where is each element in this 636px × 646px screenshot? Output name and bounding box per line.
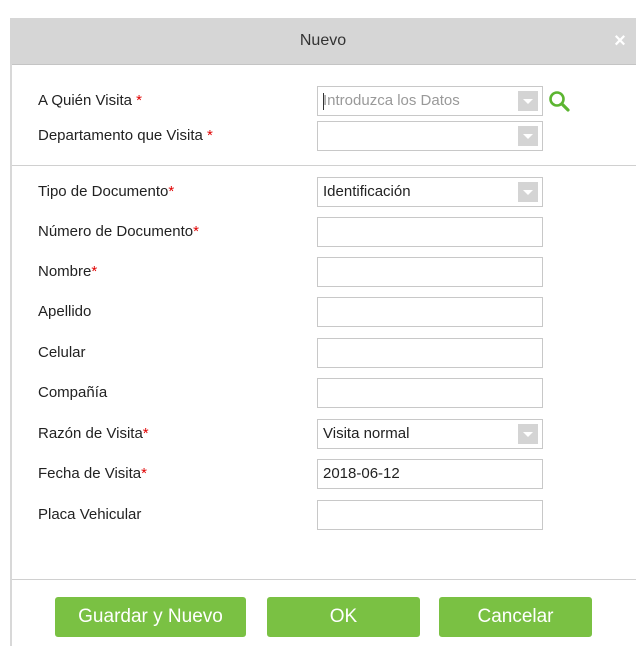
required-mark: * [136, 92, 142, 109]
visit-date-value: 2018-06-12 [323, 465, 400, 482]
required-mark: * [207, 127, 213, 144]
footer-divider [12, 579, 636, 580]
required-mark: * [193, 223, 199, 240]
required-mark: * [142, 425, 149, 442]
department-dropdown-button[interactable] [518, 126, 538, 146]
visit-date-label: Fecha de Visita* [38, 465, 147, 482]
department-label: Departamento que Visita * [38, 127, 213, 144]
last-name-input[interactable] [317, 297, 543, 327]
required-mark: * [91, 263, 98, 280]
section-divider [12, 165, 636, 166]
company-input[interactable] [317, 378, 543, 408]
dialog-left-border [10, 64, 12, 646]
first-name-input[interactable] [317, 257, 543, 287]
search-icon[interactable] [547, 89, 571, 113]
department-select[interactable] [317, 121, 543, 151]
chevron-down-icon [523, 99, 533, 104]
document-number-label: Número de Documento* [38, 223, 199, 240]
new-visitor-dialog: Nuevo × A Quién Visita * Introduzca los … [0, 0, 636, 646]
ok-button[interactable]: OK [267, 597, 420, 637]
cellphone-label: Celular [38, 344, 86, 361]
save-and-new-button[interactable]: Guardar y Nuevo [55, 597, 246, 637]
last-name-label: Apellido [38, 303, 92, 320]
host-dropdown-button[interactable] [518, 91, 538, 111]
document-number-input[interactable] [317, 217, 543, 247]
chevron-down-icon [523, 190, 533, 195]
host-label: A Quién Visita * [38, 92, 142, 109]
visit-reason-select[interactable]: Visita normal [317, 419, 543, 449]
close-icon[interactable]: × [610, 31, 630, 51]
required-mark: * [168, 183, 175, 200]
document-type-label: Tipo de Documento* [38, 183, 175, 200]
document-type-value: Identificación [323, 183, 411, 200]
dialog-title: Nuevo [299, 32, 347, 49]
dialog-titlebar: Nuevo × [10, 18, 636, 65]
visit-date-input[interactable]: 2018-06-12 [317, 459, 543, 489]
visit-reason-dropdown-button[interactable] [518, 424, 538, 444]
license-plate-input[interactable] [317, 500, 543, 530]
visit-reason-value: Visita normal [323, 425, 410, 442]
first-name-label: Nombre* [38, 263, 98, 280]
required-mark: * [141, 465, 147, 482]
document-type-dropdown-button[interactable] [518, 182, 538, 202]
chevron-down-icon [523, 432, 533, 437]
document-type-select[interactable]: Identificación [317, 177, 543, 207]
host-input[interactable]: Introduzca los Datos [317, 86, 543, 116]
license-plate-label: Placa Vehicular [38, 506, 142, 523]
host-placeholder: Introduzca los Datos [323, 92, 460, 109]
chevron-down-icon [523, 134, 533, 139]
cellphone-input[interactable] [317, 338, 543, 368]
visit-reason-label: Razón de Visita* [38, 425, 149, 442]
cancel-button[interactable]: Cancelar [439, 597, 592, 637]
company-label: Compañía [38, 384, 108, 401]
